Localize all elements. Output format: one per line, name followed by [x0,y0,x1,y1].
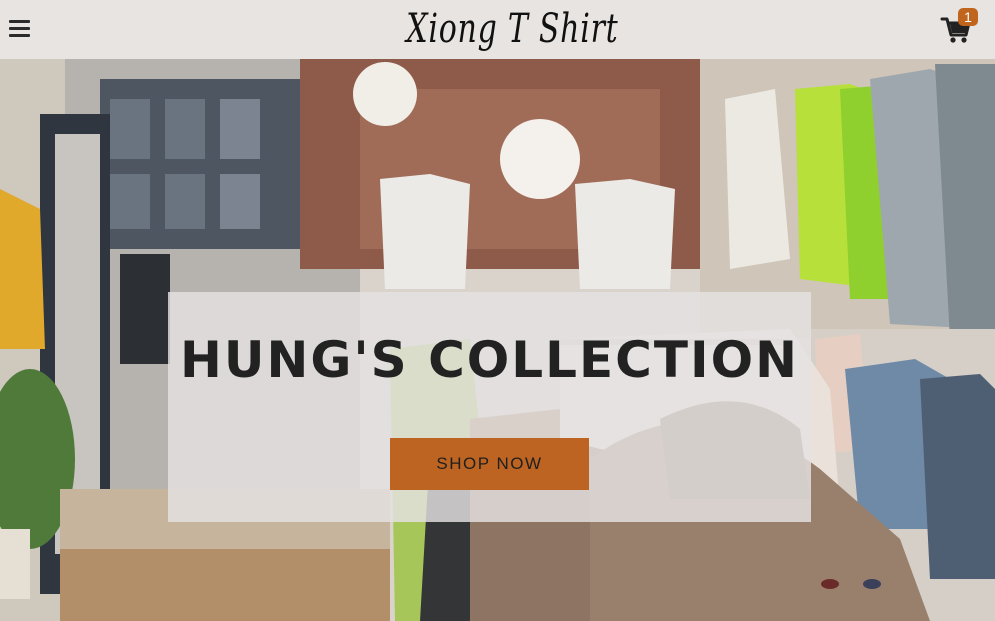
shop-now-button[interactable]: SHOP NOW [390,438,589,490]
hero-banner: HUNG'S COLLECTION SHOP NOW [0,59,995,621]
hero-title: HUNG'S COLLECTION [180,331,799,389]
hero-text-panel: HUNG'S COLLECTION SHOP NOW [168,292,811,522]
cart-count-badge: 1 [958,8,978,26]
hamburger-menu-icon[interactable] [9,18,30,40]
brand-logo-title[interactable]: Xiong T Shirt [406,4,617,54]
top-navigation-bar: Xiong T Shirt 1 [0,0,995,59]
